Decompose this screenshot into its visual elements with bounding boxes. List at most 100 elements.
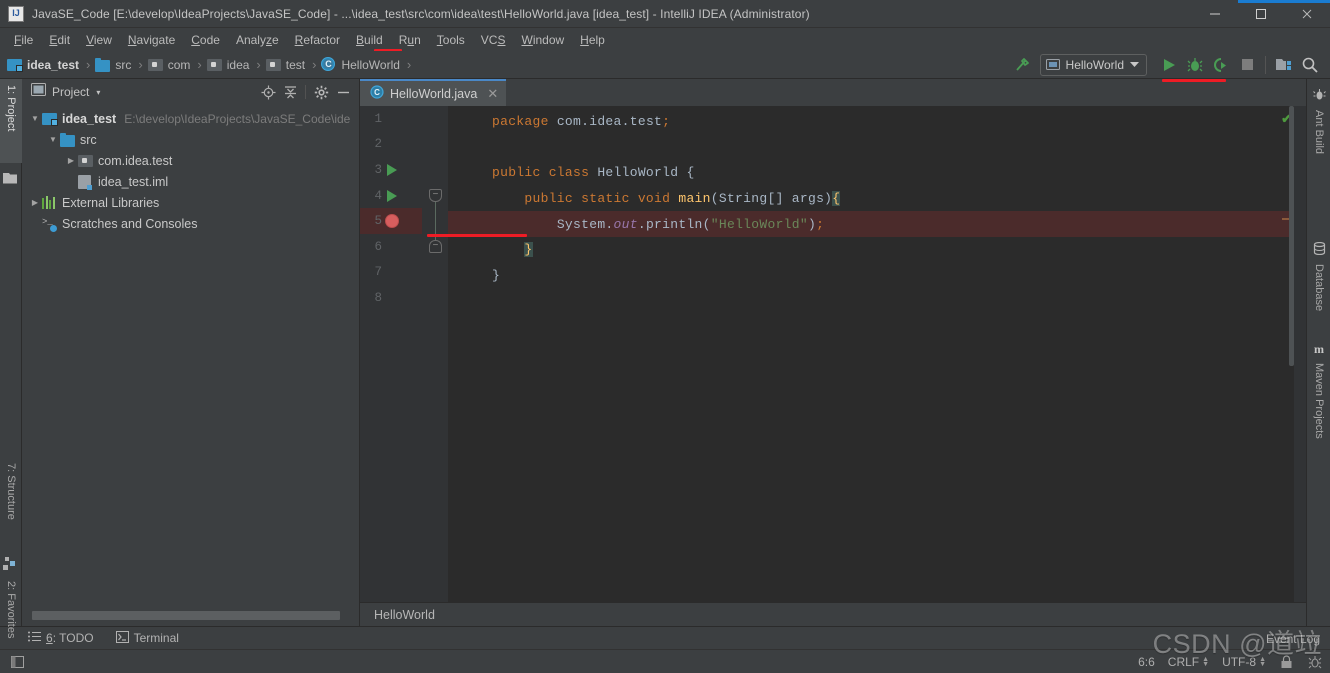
run-configuration-selector[interactable]: HelloWorld [1039, 53, 1147, 76]
editor-gutter[interactable]: 1 2 3 4 5 6 7 8 [360, 106, 422, 602]
line-separator-selector[interactable]: CRLF ▲ ▼ [1168, 655, 1209, 669]
expand-arrow-icon[interactable]: ▼ [46, 135, 60, 144]
code-line-7: } [492, 267, 501, 283]
horizontal-scrollbar[interactable] [32, 610, 349, 620]
breadcrumb-helloworld[interactable]: C HelloWorld [321, 57, 400, 72]
fold-collapse-icon[interactable]: − [429, 189, 442, 202]
project-panel-title: Project [52, 85, 90, 99]
code-editor[interactable]: 1 2 3 4 5 6 7 8 − − package com . idea .… [360, 106, 1306, 602]
line-separator-label: CRLF [1167, 654, 1200, 669]
tree-node-external-libraries[interactable]: ▶ External Libraries [22, 192, 359, 213]
tree-node-src[interactable]: ▼ src [22, 129, 359, 150]
breadcrumb-com[interactable]: com [147, 57, 191, 72]
chevron-down-icon[interactable]: ▾ [96, 88, 100, 97]
main-content-area: 1: Project 7: Structure 2: Favorites Pro… [0, 79, 1330, 638]
actions-divider [305, 85, 306, 99]
scrollbar-thumb[interactable] [32, 610, 340, 620]
menu-code[interactable]: Code [183, 31, 228, 49]
rail-label-ant-build: Ant Build [1313, 110, 1325, 155]
sidebar-item-structure[interactable]: 7: Structure [0, 457, 22, 549]
breakpoint-icon[interactable] [385, 214, 399, 229]
run-method-gutter-icon[interactable] [387, 189, 397, 202]
encoding-selector[interactable]: UTF-8 ▲ ▼ [1222, 655, 1266, 669]
close-icon[interactable]: ✕ [487, 86, 498, 102]
menu-view[interactable]: View [78, 31, 120, 49]
tree-node-label: Scratches and Consoles [62, 216, 198, 231]
editor-breadcrumb[interactable]: HelloWorld [360, 602, 1306, 626]
breadcrumb-idea-test[interactable]: idea_test [7, 57, 79, 72]
window-title: JavaSE_Code [E:\develop\IdeaProjects\Jav… [32, 6, 810, 21]
search-everywhere-button[interactable] [1298, 53, 1322, 77]
menu-file[interactable]: File [6, 31, 41, 49]
project-panel-actions [258, 82, 353, 102]
sidebar-item-database[interactable]: Database [1307, 237, 1330, 331]
debug-button[interactable] [1183, 53, 1207, 77]
code-line-3: public class HelloWorld { [492, 165, 695, 181]
breadcrumb-bottom-label: HelloWorld [374, 607, 435, 622]
menu-edit[interactable]: Edit [41, 31, 78, 49]
fold-collapse-icon[interactable]: − [429, 240, 442, 253]
settings-gear-icon[interactable] [311, 82, 331, 102]
breadcrumb-test[interactable]: test [265, 57, 305, 72]
run-with-coverage-button[interactable] [1209, 53, 1233, 77]
collapse-all-icon[interactable] [280, 82, 300, 102]
menu-help[interactable]: Help [572, 31, 613, 49]
run-class-gutter-icon[interactable] [387, 163, 397, 176]
tree-node-idea-test[interactable]: ▼ idea_test E:\develop\IdeaProjects\Java… [22, 108, 359, 129]
breadcrumb-separator: › [197, 57, 202, 72]
show-tool-windows-icon[interactable] [10, 654, 25, 669]
tree-node-scratches-consoles[interactable]: Scratches and Consoles [22, 213, 359, 234]
sidebar-item-ant-build[interactable]: Ant Build [1307, 83, 1330, 175]
breadcrumb-label: com [167, 57, 191, 72]
toolwindow-todo[interactable]: 6: TODO [28, 631, 94, 645]
menu-vcs[interactable]: VCS [473, 31, 514, 49]
event-log-button[interactable]: Event Log [1266, 632, 1320, 646]
tree-node-com-idea-test[interactable]: ▶ com.idea.test [22, 150, 359, 171]
expand-arrow-icon[interactable]: ▶ [28, 198, 42, 207]
editor-vertical-scrollbar[interactable] [1289, 106, 1294, 366]
project-tree[interactable]: ▼ idea_test E:\develop\IdeaProjects\Java… [22, 105, 359, 604]
tree-node-path: E:\develop\IdeaProjects\JavaSE_Code\ide [124, 111, 351, 126]
project-structure-button[interactable] [1272, 53, 1296, 77]
navigation-bar: idea_test › src › com › idea › test › C … [0, 51, 1330, 82]
expand-arrow-icon[interactable]: ▶ [64, 156, 78, 165]
breadcrumb-src[interactable]: src [95, 57, 131, 72]
expand-arrow-icon[interactable]: ▼ [28, 114, 42, 123]
tab-helloworld-java[interactable]: C HelloWorld.java ✕ [360, 79, 507, 106]
menu-run[interactable]: Run [391, 31, 429, 49]
minimize-button[interactable] [1192, 0, 1238, 28]
breadcrumb-label: HelloWorld [341, 57, 400, 72]
menu-analyze[interactable]: Analyze [228, 31, 287, 49]
project-tool-window: Project ▾ ▼ idea_test E:\develop\IdeaPro… [22, 79, 360, 626]
sidebar-item-project[interactable]: 1: Project [0, 79, 22, 163]
menu-refactor[interactable]: Refactor [287, 31, 348, 49]
menu-tools[interactable]: Tools [429, 31, 473, 49]
breadcrumb-idea[interactable]: idea [206, 57, 250, 72]
inspections-icon[interactable] [1307, 654, 1322, 669]
read-only-toggle-icon[interactable] [1279, 654, 1294, 669]
code-line-5: System. out. println("HelloWorld"); [448, 211, 1306, 237]
tree-node-idea-test-iml[interactable]: idea_test.iml [22, 171, 359, 192]
stop-button[interactable] [1235, 53, 1259, 77]
caret-position[interactable]: 6:6 [1138, 655, 1155, 669]
close-button[interactable] [1284, 0, 1330, 28]
error-stripe-gutter[interactable]: ✔ [1281, 106, 1306, 602]
terminal-icon [115, 630, 129, 646]
sidebar-item-maven-projects[interactable]: m Maven Projects [1307, 337, 1330, 459]
code-text-area[interactable]: − − package com. idea. test; public class … [422, 106, 1306, 602]
breadcrumb-label: idea [226, 57, 250, 72]
menu-window[interactable]: Window [513, 31, 572, 49]
line-number: 5 [374, 214, 382, 229]
build-hammer-icon[interactable] [1010, 53, 1034, 77]
status-bar-right: 6:6 CRLF ▲ ▼ UTF-8 ▲ ▼ [1138, 654, 1322, 669]
locate-icon[interactable] [258, 82, 278, 102]
toolwindow-terminal[interactable]: Terminal [115, 630, 179, 646]
hide-icon[interactable] [333, 82, 353, 102]
run-button[interactable] [1157, 53, 1181, 77]
menu-navigate[interactable]: Navigate [120, 31, 183, 49]
breadcrumb-separator: › [312, 57, 317, 72]
menu-build[interactable]: Build [348, 31, 391, 49]
maximize-button[interactable] [1238, 0, 1284, 28]
breadcrumb-separator: › [406, 57, 412, 72]
